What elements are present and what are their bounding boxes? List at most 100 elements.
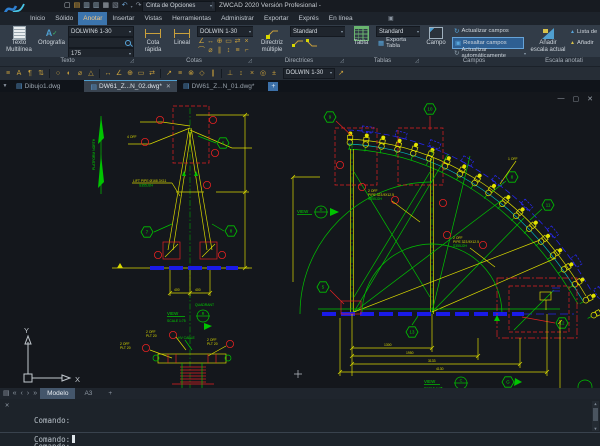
dim-horizontal-icon[interactable]: ↔ bbox=[103, 68, 113, 79]
tab-expres[interactable]: Exprés bbox=[294, 12, 324, 25]
ribbon-collapse-icon[interactable]: ▣ bbox=[388, 15, 394, 22]
parallel-icon[interactable]: ∥ bbox=[208, 68, 218, 79]
scale-list-button[interactable]: ▲ Lista de bbox=[568, 27, 600, 37]
tab-anotar[interactable]: Anotar bbox=[78, 12, 107, 25]
dim-continue2-icon[interactable]: ⇄ bbox=[147, 68, 157, 79]
dim-inspect-icon[interactable]: ◎ bbox=[258, 68, 268, 79]
save-all-icon[interactable]: ▥ bbox=[93, 1, 100, 11]
mleader-button[interactable]: Directriz múltiple bbox=[256, 26, 288, 53]
layout-tab-model[interactable]: Modelo bbox=[40, 388, 75, 399]
next-layout-icon[interactable]: › bbox=[26, 388, 30, 399]
doc-minimize-icon[interactable]: — bbox=[558, 95, 565, 103]
ordinate-icon[interactable]: ≡ bbox=[175, 68, 185, 79]
add-leader-icon[interactable] bbox=[292, 38, 304, 48]
new-file-icon[interactable]: ▢ bbox=[64, 1, 71, 11]
dim-angle-icon[interactable]: ∠ bbox=[114, 68, 124, 79]
print-icon[interactable]: ▦ bbox=[103, 1, 110, 11]
dim-update-icon[interactable]: ↗ bbox=[336, 68, 346, 79]
text-style-combo[interactable]: DOLWIN6 1-30▾ bbox=[68, 26, 134, 37]
update-fields-button[interactable]: ↻ Actualizar campos bbox=[452, 26, 528, 36]
dialog-launcher-icon[interactable]: ◿ bbox=[130, 57, 134, 66]
dim-linear-icon[interactable]: ≡ bbox=[3, 68, 13, 79]
quick-dim-button[interactable]: Cota rápida bbox=[138, 26, 168, 53]
triangle-icon[interactable]: △ bbox=[86, 68, 96, 79]
redo-icon[interactable]: ↷ bbox=[136, 1, 142, 11]
cad-drawing[interactable]: PLATFORM NORTH 4 OFF 6 bbox=[0, 92, 600, 388]
tab-administrar[interactable]: Administrar bbox=[216, 12, 259, 25]
dim-jog-icon[interactable]: ⌐ bbox=[242, 46, 251, 55]
circle-icon[interactable]: ○ bbox=[53, 68, 63, 79]
table-button[interactable]: Tabla bbox=[348, 26, 374, 47]
drawing-canvas[interactable]: — ▢ ✕ PLATFORM bbox=[0, 92, 600, 388]
dim-diameter-icon[interactable]: ⌀ bbox=[206, 46, 215, 55]
command-input-line[interactable]: Comando: bbox=[0, 432, 600, 446]
dim-arc-icon[interactable]: ⌒ bbox=[197, 46, 206, 55]
dim-break2-icon[interactable]: × bbox=[247, 68, 257, 79]
doc-close-icon[interactable]: ✕ bbox=[587, 95, 593, 103]
arc-icon[interactable]: ◐ bbox=[64, 68, 74, 79]
text-search-input[interactable] bbox=[68, 37, 134, 48]
preview-icon[interactable]: ▧ bbox=[112, 1, 119, 11]
datum-icon[interactable]: ◇ bbox=[197, 68, 207, 79]
dim-angular-icon[interactable]: ∠ bbox=[197, 37, 206, 46]
new-drawing-icon[interactable]: + bbox=[268, 82, 278, 91]
doc-tab-dw61-01[interactable]: ▤ DW61_Z...N_01.dwg* bbox=[177, 80, 261, 92]
doc-list-caret-icon[interactable]: ▼ bbox=[0, 80, 10, 92]
dim-style-combo[interactable]: DOLWIN 1-30▾ bbox=[197, 26, 254, 37]
undo-caret-icon[interactable]: ▾ bbox=[131, 4, 133, 9]
layout-list-icon[interactable]: ▤ bbox=[3, 388, 10, 399]
prev-layout-icon[interactable]: ‹ bbox=[20, 388, 24, 399]
dim-box-icon[interactable]: ▭ bbox=[136, 68, 146, 79]
scroll-up-icon[interactable]: ▲ bbox=[592, 401, 599, 406]
scale-add-button[interactable]: ▲ Añadir bbox=[568, 38, 600, 48]
dim-baseline-icon[interactable]: ▭ bbox=[224, 37, 233, 46]
paragraph-icon[interactable]: ¶ bbox=[25, 68, 35, 79]
dialog-launcher-icon[interactable]: ◿ bbox=[248, 57, 252, 66]
last-layout-icon[interactable]: » bbox=[32, 388, 38, 399]
toolbar-dim-style-combo[interactable]: DOLWIN 1-30▾ bbox=[283, 68, 335, 79]
scrollbar-thumb[interactable] bbox=[593, 408, 598, 421]
tab-en-linea[interactable]: En línea bbox=[324, 12, 358, 25]
dim-vertical-icon[interactable]: ↕ bbox=[224, 46, 233, 55]
dim-centermark-icon[interactable]: ⊕ bbox=[125, 68, 135, 79]
doc-tab-dw61-02[interactable]: ▤ DW61_Z...N_02.dwg* ✕ bbox=[84, 80, 177, 92]
text-edit-icon[interactable]: A bbox=[14, 68, 24, 79]
dim-tolerance2-icon[interactable]: ± bbox=[269, 68, 279, 79]
command-scrollbar[interactable]: ▲ ▼ bbox=[592, 401, 599, 431]
table-style-combo[interactable]: Standard▾ bbox=[376, 26, 422, 37]
tab-herramientas[interactable]: Herramientas bbox=[167, 12, 216, 25]
leader-icon[interactable]: ↗ bbox=[164, 68, 174, 79]
tab-solido[interactable]: Sólido bbox=[50, 12, 78, 25]
scroll-down-icon[interactable]: ▼ bbox=[592, 426, 599, 431]
doc-tab-dibujo1[interactable]: ▤ Dibujo1.dwg bbox=[10, 80, 66, 92]
save-icon[interactable]: ▥ bbox=[83, 1, 90, 11]
command-window[interactable]: ✕ Comando: Comando: Comando: Comando: <c… bbox=[0, 399, 600, 446]
dim-continue-icon[interactable]: ⇄ bbox=[233, 37, 242, 46]
new-layout-button[interactable]: + bbox=[101, 388, 119, 399]
tab-vistas[interactable]: Vistas bbox=[139, 12, 167, 25]
dim-aligned-icon[interactable]: ↔ bbox=[206, 37, 215, 46]
dim-vertical2-icon[interactable]: ↕ bbox=[236, 68, 246, 79]
export-table-button[interactable]: ▦ Exporta Tabla bbox=[376, 38, 420, 48]
tab-exportar[interactable]: Exportar bbox=[259, 12, 294, 25]
close-tab-icon[interactable]: ✕ bbox=[166, 83, 171, 90]
text-align-icon[interactable]: ⇅ bbox=[36, 68, 46, 79]
remove-leader-icon[interactable] bbox=[306, 38, 318, 48]
layout-tab-a3[interactable]: A3 bbox=[77, 388, 99, 399]
tab-insertar[interactable]: Insertar bbox=[107, 12, 139, 25]
tolerance-icon[interactable]: ⊗ bbox=[186, 68, 196, 79]
open-file-icon[interactable]: ▤ bbox=[74, 1, 81, 11]
spell-button[interactable]: A✓ Ortografía bbox=[38, 26, 65, 47]
doc-restore-icon[interactable]: ▢ bbox=[573, 95, 580, 103]
mleader-style-combo[interactable]: Standard▾ bbox=[290, 26, 346, 37]
command-close-icon[interactable]: ✕ bbox=[5, 401, 9, 409]
dialog-launcher-icon[interactable]: ◿ bbox=[340, 57, 344, 66]
tab-inicio[interactable]: Inicio bbox=[25, 12, 50, 25]
perpendicular-icon[interactable]: ⊥ bbox=[225, 68, 235, 79]
dim-break-icon[interactable]: × bbox=[242, 37, 251, 46]
diameter-icon[interactable]: ⌀ bbox=[75, 68, 85, 79]
dim-ordinate-icon[interactable]: ≡ bbox=[233, 46, 242, 55]
dim-center-icon[interactable]: ⊕ bbox=[215, 37, 224, 46]
undo-icon[interactable]: ↶ bbox=[122, 1, 128, 11]
dim-parallel-icon[interactable]: ∥ bbox=[215, 46, 224, 55]
